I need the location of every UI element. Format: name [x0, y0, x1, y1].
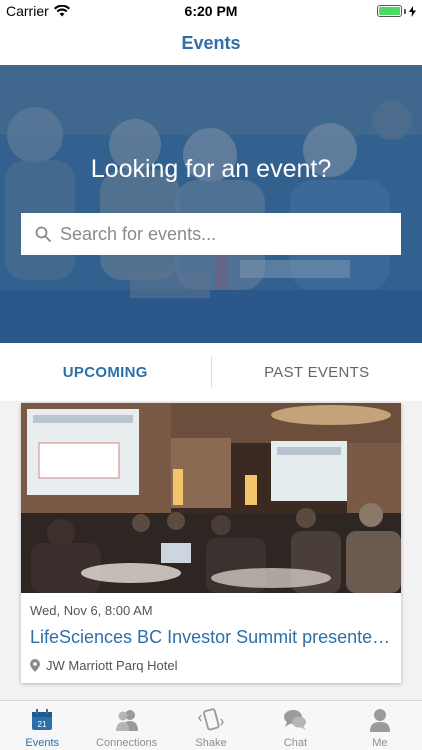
calendar-day-number: 21	[38, 720, 47, 729]
tab-bar-item-shake[interactable]: Shake	[169, 701, 253, 750]
event-photo	[21, 403, 401, 593]
tab-past-events[interactable]: PAST EVENTS	[212, 343, 422, 401]
search-bar[interactable]	[21, 213, 401, 255]
location-pin-icon	[30, 659, 40, 672]
tab-bar-label-chat: Chat	[283, 737, 308, 749]
tab-bar-label-connections: Connections	[96, 737, 158, 749]
battery-indicator	[377, 5, 416, 17]
chat-bubbles-icon	[284, 710, 307, 730]
event-title[interactable]: LifeSciences BC Investor Summit presente…	[30, 627, 395, 648]
event-venue: JW Marriott Parq Hotel	[30, 658, 177, 673]
tab-upcoming[interactable]: UPCOMING	[0, 343, 211, 401]
tab-bar-item-chat[interactable]: Chat	[253, 701, 337, 750]
page-title: Events	[181, 33, 241, 53]
person-icon	[369, 709, 390, 732]
charging-bolt-icon	[409, 5, 416, 17]
battery-fill	[379, 7, 400, 15]
venue-label: JW Marriott Parq Hotel	[46, 658, 178, 673]
search-input[interactable]	[60, 223, 380, 245]
search-icon	[35, 226, 51, 242]
app-screen: Carrier 6:20 PM Events Looking for an ev…	[0, 0, 422, 750]
hero-background-photo	[0, 65, 422, 343]
clock: 6:20 PM	[184, 3, 238, 19]
hero-headline: Looking for an event?	[90, 155, 332, 183]
tab-bar-item-me[interactable]: Me	[338, 701, 422, 750]
status-bar: Carrier 6:20 PM	[0, 0, 422, 22]
navigation-bar: Events	[0, 22, 422, 65]
people-icon	[115, 710, 138, 731]
tab-bar-label-me: Me	[372, 737, 388, 749]
event-date: Wed, Nov 6, 8:00 AM	[30, 603, 153, 618]
calendar-icon: 21	[32, 709, 53, 730]
tab-bar-label-events: Events	[25, 737, 60, 749]
event-card[interactable]: Wed, Nov 6, 8:00 AM LifeSciences BC Inve…	[21, 403, 401, 683]
shake-phone-icon	[198, 708, 224, 731]
event-filter-tabs: UPCOMING PAST EVENTS	[0, 343, 422, 401]
battery-icon	[377, 5, 402, 17]
tab-bar-label-shake: Shake	[195, 737, 227, 749]
tab-bar-item-events[interactable]: 21 Events	[0, 701, 84, 750]
battery-tip	[404, 8, 406, 14]
bottom-tab-bar: 21 Events Connections Shake Chat Me	[0, 700, 422, 750]
tab-bar-item-connections[interactable]: Connections	[84, 701, 168, 750]
hero-banner: Looking for an event?	[0, 65, 422, 343]
